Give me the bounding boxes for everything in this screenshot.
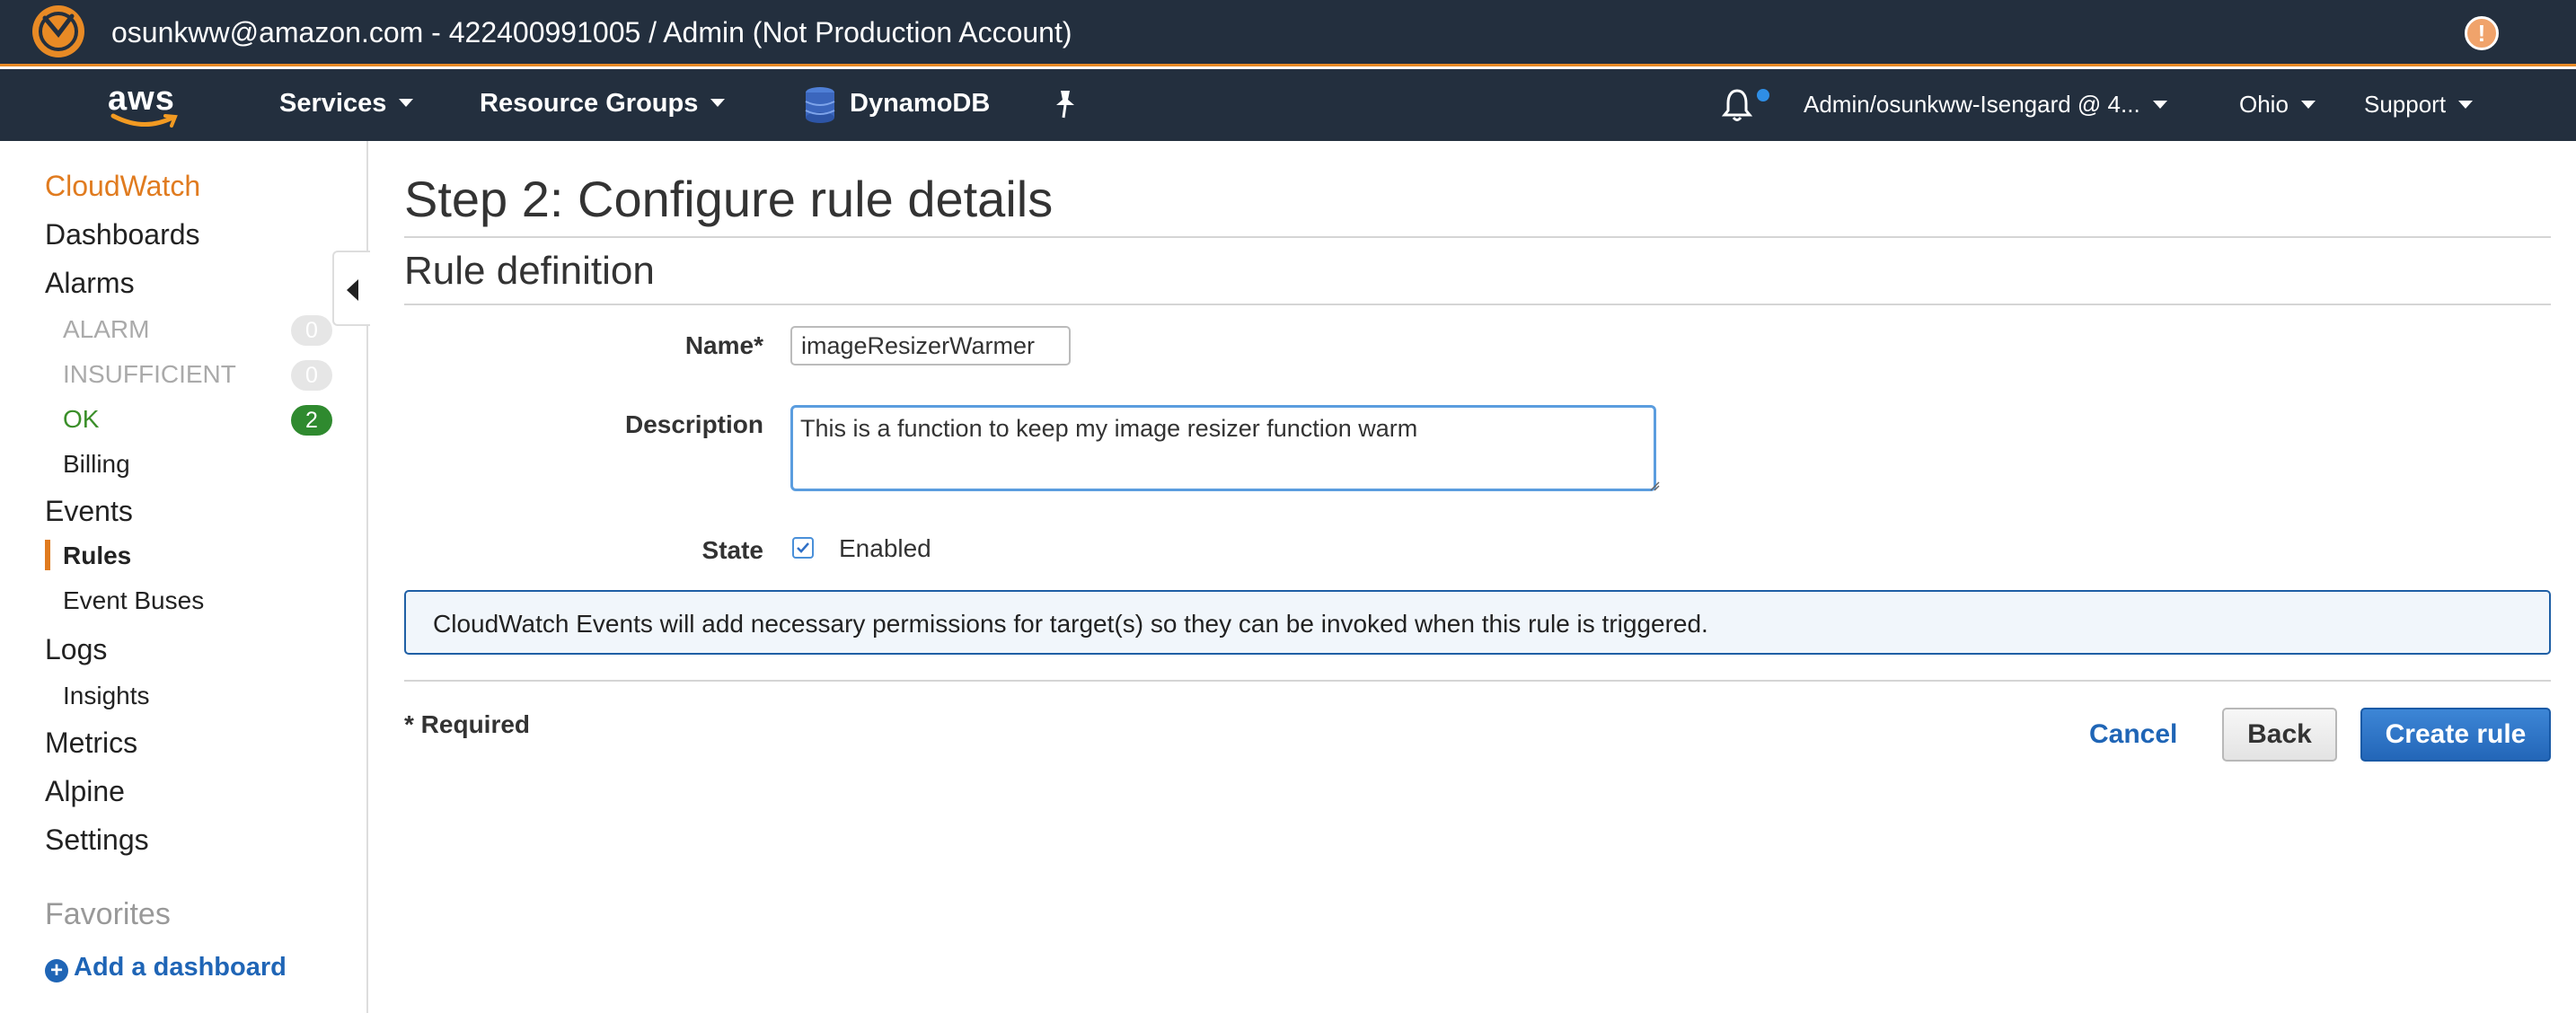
sidebar-item-alarms[interactable]: Alarms: [45, 267, 135, 300]
sidebar-item-metrics[interactable]: Metrics: [45, 727, 137, 760]
chevron-down-icon: [2300, 100, 2316, 109]
pin-icon[interactable]: [1053, 89, 1078, 119]
resource-groups-menu[interactable]: Resource Groups: [480, 89, 726, 119]
services-label: Services: [279, 89, 387, 118]
sidebar: CloudWatch Dashboards Alarms ALARM 0 INS…: [0, 141, 370, 1013]
support-menu[interactable]: Support: [2364, 91, 2474, 119]
state-label: State: [701, 536, 763, 564]
region-menu[interactable]: Ohio: [2239, 91, 2316, 119]
title-divider: [404, 236, 2551, 238]
chevron-down-icon: [710, 98, 726, 107]
sidebar-item-insufficient[interactable]: INSUFFICIENT: [63, 360, 236, 389]
chevron-down-icon: [2152, 100, 2167, 109]
account-title: osunkww@amazon.com - 422400991005 / Admi…: [111, 16, 1072, 48]
dynamodb-icon: [805, 87, 835, 123]
rule-description-textarea[interactable]: This is a function to keep my image resi…: [790, 405, 1656, 491]
region-label: Ohio: [2239, 91, 2289, 118]
page-title: Step 2: Configure rule details: [404, 171, 1054, 227]
enabled-checkbox[interactable]: [792, 537, 814, 559]
create-rule-button[interactable]: Create rule: [2360, 708, 2551, 762]
required-note: * Required: [404, 710, 531, 738]
info-alert: CloudWatch Events will add necessary per…: [404, 590, 2551, 655]
chevron-down-icon: [2458, 100, 2474, 109]
insufficient-count-badge: 0: [291, 360, 332, 391]
sidebar-item-alpine[interactable]: Alpine: [45, 775, 125, 808]
notification-dot: [1757, 89, 1769, 101]
services-menu[interactable]: Services: [279, 89, 414, 119]
section-divider: [404, 304, 2551, 305]
sidebar-item-settings[interactable]: Settings: [45, 824, 149, 857]
info-alert-text: CloudWatch Events will add necessary per…: [433, 610, 1708, 638]
dynamodb-shortcut[interactable]: DynamoDB: [850, 89, 990, 119]
section-title: Rule definition: [404, 249, 655, 293]
sidebar-item-billing[interactable]: Billing: [63, 450, 130, 479]
alert-icon[interactable]: !: [2465, 16, 2499, 50]
sidebar-item-rules[interactable]: Rules: [63, 542, 131, 570]
back-button[interactable]: Back: [2222, 708, 2337, 762]
sidebar-item-dashboards[interactable]: Dashboards: [45, 218, 200, 251]
account-label: Admin/osunkww-Isengard @ 4...: [1804, 91, 2140, 118]
add-dashboard-label: Add a dashboard: [74, 953, 287, 982]
add-dashboard-link[interactable]: + Add a dashboard: [45, 953, 287, 982]
rule-name-input[interactable]: [790, 326, 1071, 366]
resource-groups-label: Resource Groups: [480, 89, 699, 118]
resize-grip-icon[interactable]: [1649, 480, 1660, 491]
support-label: Support: [2364, 91, 2447, 118]
name-label: Name*: [684, 331, 763, 359]
sidebar-item-insights[interactable]: Insights: [63, 682, 150, 710]
sidebar-item-events[interactable]: Events: [45, 495, 133, 528]
sidebar-item-cloudwatch[interactable]: CloudWatch: [45, 170, 200, 203]
sidebar-item-ok[interactable]: OK: [63, 405, 99, 434]
active-indicator: [45, 540, 50, 570]
aws-logo[interactable]: aws: [108, 80, 183, 130]
ok-count-badge: 2: [291, 405, 332, 436]
isengard-logo-icon[interactable]: [32, 5, 84, 57]
favorites-heading: Favorites: [45, 897, 171, 931]
main-content: Step 2: Configure rule details Rule defi…: [404, 141, 2551, 1013]
cancel-button[interactable]: Cancel: [2089, 719, 2177, 750]
chevron-down-icon: [399, 98, 414, 107]
sidebar-item-event-buses[interactable]: Event Buses: [63, 586, 204, 615]
form-divider: [404, 680, 2551, 682]
caret-left-icon: [347, 279, 358, 301]
account-bar: osunkww@amazon.com - 422400991005 / Admi…: [0, 0, 2576, 66]
enabled-label[interactable]: Enabled: [839, 534, 931, 563]
aws-smile-icon: [110, 113, 178, 128]
checkmark-icon: [797, 542, 809, 553]
plus-circle-icon: +: [45, 959, 68, 982]
alarm-count-badge: 0: [291, 315, 332, 346]
sidebar-item-logs[interactable]: Logs: [45, 633, 107, 666]
collapse-sidebar-button[interactable]: [332, 251, 370, 326]
description-label: Description: [624, 410, 763, 438]
account-menu[interactable]: Admin/osunkww-Isengard @ 4...: [1804, 91, 2167, 119]
aws-navbar: aws Services Resource Groups DynamoDB Ad…: [0, 69, 2576, 141]
sidebar-item-alarm[interactable]: ALARM: [63, 315, 149, 344]
bell-icon[interactable]: [1721, 87, 1753, 123]
